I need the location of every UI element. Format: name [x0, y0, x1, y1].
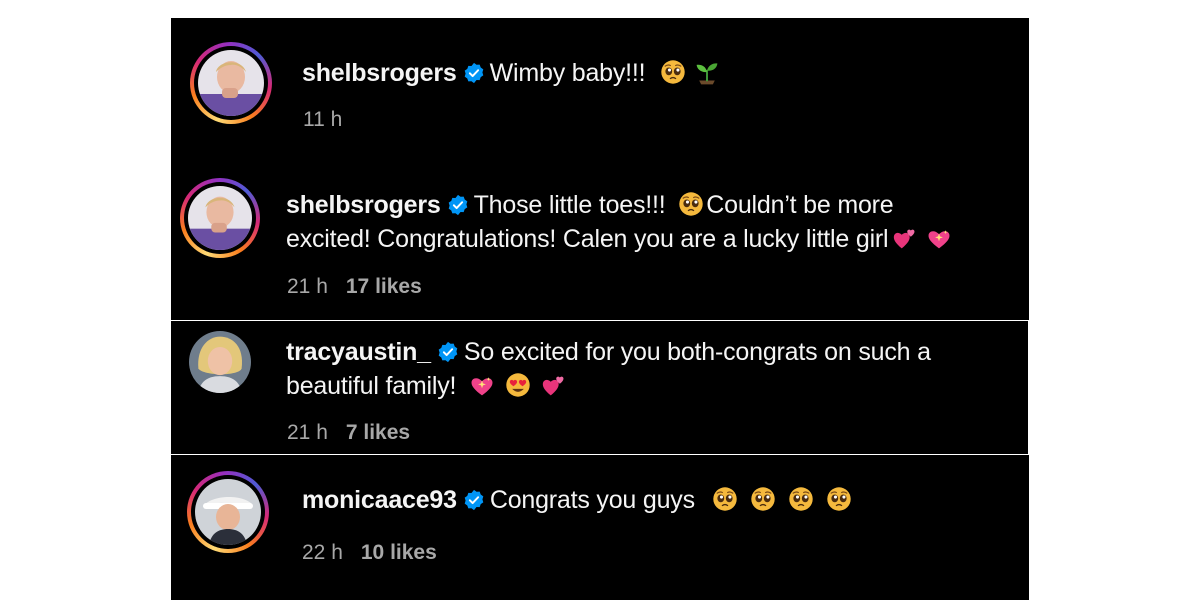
- comment-body: beautiful family!: [286, 372, 457, 400]
- verified-badge-icon: [437, 341, 459, 363]
- comment-likes[interactable]: 7 likes: [346, 421, 410, 444]
- profile-photo: [195, 479, 261, 545]
- verified-badge-icon: [447, 194, 469, 216]
- comments-panel-middle: tracyaustin_ So excited for you both-cong…: [171, 321, 1028, 454]
- comment-username[interactable]: shelbsrogers: [286, 191, 441, 219]
- comment-timestamp[interactable]: 11 h: [303, 108, 342, 131]
- pleading-face-emoji: [678, 191, 704, 217]
- two-hearts-emoji: [541, 372, 567, 398]
- comment-text: shelbsrogers Those little toes!!! Couldn’…: [286, 188, 1026, 256]
- comment-item: monicaace93 Congrats you guys 22 h 10 like…: [171, 455, 1029, 600]
- comment-meta: 21 h 17 likes: [287, 275, 422, 299]
- verified-badge-icon: [463, 489, 485, 511]
- heart-eyes-emoji: [505, 372, 531, 398]
- comment-body: Couldn’t be more: [706, 191, 894, 219]
- pleading-face-emoji: [826, 486, 852, 512]
- comment-timestamp[interactable]: 21 h: [287, 421, 328, 444]
- comment-meta: 22 h 10 likes: [302, 541, 437, 565]
- comment-username[interactable]: monicaace93: [302, 486, 457, 514]
- comments-panel-bottom: monicaace93 Congrats you guys 22 h 10 like…: [171, 455, 1029, 600]
- sparkling-heart-emoji: [469, 372, 495, 398]
- comment-text: monicaace93 Congrats you guys: [302, 483, 1022, 517]
- comments-screenshot: shelbsrogers Wimby baby!!! 11 h shelbsro…: [0, 0, 1200, 600]
- sparkling-heart-emoji: [926, 225, 952, 251]
- comment-username[interactable]: shelbsrogers: [302, 59, 457, 87]
- comment-meta: 21 h 7 likes: [287, 421, 410, 445]
- comment-body: Congrats you guys: [489, 486, 695, 514]
- pleading-face-emoji: [788, 486, 814, 512]
- comment-timestamp[interactable]: 21 h: [287, 275, 328, 298]
- avatar[interactable]: [187, 471, 269, 553]
- comment-body: Those little toes!!!: [473, 191, 666, 219]
- comment-username[interactable]: tracyaustin_: [286, 338, 431, 366]
- profile-photo: [188, 186, 252, 250]
- comment-item: shelbsrogers Wimby baby!!! 11 h: [171, 18, 1029, 158]
- comment-item: tracyaustin_ So excited for you both-cong…: [171, 321, 1028, 454]
- seedling-emoji: [694, 59, 720, 85]
- comment-timestamp[interactable]: 22 h: [302, 541, 343, 564]
- comment-body: excited! Congratulations! Calen you are …: [286, 225, 889, 253]
- comment-item: shelbsrogers Those little toes!!! Couldn’…: [171, 168, 1029, 318]
- comment-likes[interactable]: 10 likes: [361, 541, 437, 564]
- avatar[interactable]: [189, 331, 251, 393]
- comment-body: So excited for you both-congrats on such…: [463, 338, 931, 366]
- comment-text: tracyaustin_ So excited for you both-cong…: [286, 335, 1026, 403]
- comments-panel-top: shelbsrogers Wimby baby!!! 11 h shelbsro…: [171, 18, 1029, 320]
- pleading-face-emoji: [750, 486, 776, 512]
- comment-body: Wimby baby!!!: [489, 59, 646, 87]
- comment-text: shelbsrogers Wimby baby!!!: [302, 56, 1002, 90]
- two-hearts-emoji: [892, 225, 918, 251]
- avatar[interactable]: [180, 178, 260, 258]
- comment-meta: 11 h: [303, 108, 342, 132]
- pleading-face-emoji: [712, 486, 738, 512]
- profile-photo: [198, 50, 264, 116]
- pleading-face-emoji: [660, 59, 686, 85]
- comment-likes[interactable]: 17 likes: [346, 275, 422, 298]
- avatar[interactable]: [190, 42, 272, 124]
- verified-badge-icon: [463, 62, 485, 84]
